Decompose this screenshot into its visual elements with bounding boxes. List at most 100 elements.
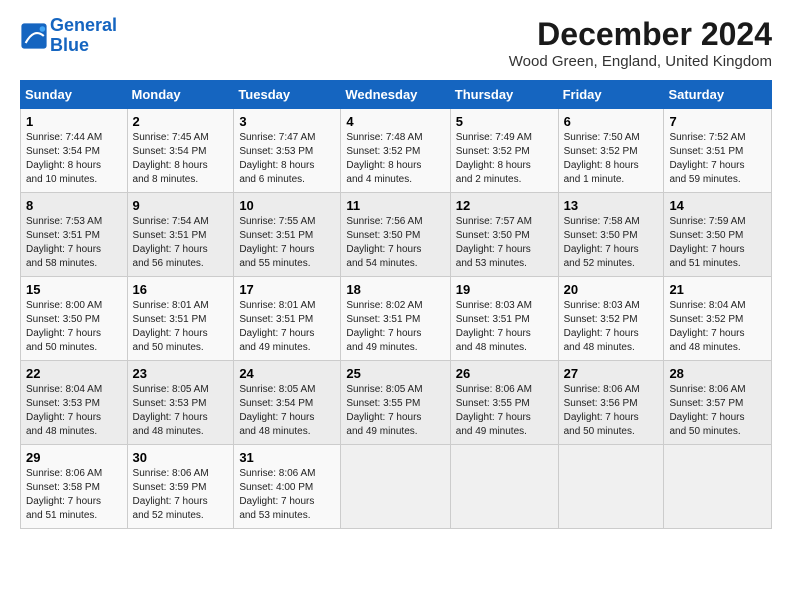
- header-tuesday: Tuesday: [234, 81, 341, 109]
- calendar-cell: 23 Sunrise: 8:05 AM Sunset: 3:53 PM Dayli…: [127, 361, 234, 445]
- day-number: 26: [456, 366, 553, 381]
- day-info: Sunrise: 7:47 AM Sunset: 3:53 PM Dayligh…: [239, 131, 335, 187]
- calendar-cell: 24 Sunrise: 8:05 AM Sunset: 3:54 PM Dayli…: [234, 361, 341, 445]
- calendar-cell: 17Sunrise: 8:01 AM Sunset: 3:51 PM Dayli…: [234, 277, 341, 361]
- day-info: Sunrise: 8:05 AM Sunset: 3:55 PM Dayligh…: [346, 383, 444, 439]
- calendar-cell: 5Sunrise: 7:49 AM Sunset: 3:52 PM Daylig…: [450, 109, 558, 193]
- calendar-cell: [450, 445, 558, 529]
- calendar-cell: 1Sunrise: 7:44 AM Sunset: 3:54 PM Daylig…: [21, 109, 128, 193]
- day-number: 27: [564, 366, 659, 381]
- day-number: 1: [26, 114, 122, 129]
- calendar-cell: 16 Sunrise: 8:01 AM Sunset: 3:51 PM Dayli…: [127, 277, 234, 361]
- calendar-cell: 14 Sunrise: 7:59 AM Sunset: 3:50 PM Dayli…: [664, 193, 772, 277]
- calendar-cell: 28Sunrise: 8:06 AM Sunset: 3:57 PM Dayli…: [664, 361, 772, 445]
- calendar-cell: [341, 445, 450, 529]
- calendar-cell: 6 Sunrise: 7:50 AM Sunset: 3:52 PM Daylig…: [558, 109, 664, 193]
- day-number: 11: [346, 198, 444, 213]
- day-number: 4: [346, 114, 444, 129]
- month-title: December 2024: [509, 16, 772, 53]
- calendar-cell: 19Sunrise: 8:03 AM Sunset: 3:51 PM Dayli…: [450, 277, 558, 361]
- day-number: 3: [239, 114, 335, 129]
- calendar-cell: 3 Sunrise: 7:47 AM Sunset: 3:53 PM Daylig…: [234, 109, 341, 193]
- day-number: 25: [346, 366, 444, 381]
- day-number: 24: [239, 366, 335, 381]
- day-info: Sunrise: 7:49 AM Sunset: 3:52 PM Dayligh…: [456, 131, 553, 187]
- calendar-cell: 13 Sunrise: 7:58 AM Sunset: 3:50 PM Dayli…: [558, 193, 664, 277]
- day-info: Sunrise: 7:59 AM Sunset: 3:50 PM Dayligh…: [669, 215, 766, 271]
- day-number: 31: [239, 450, 335, 465]
- calendar-cell: 4Sunrise: 7:48 AM Sunset: 3:52 PM Daylig…: [341, 109, 450, 193]
- calendar-cell: 12Sunrise: 7:57 AM Sunset: 3:50 PM Dayli…: [450, 193, 558, 277]
- day-info: Sunrise: 7:55 AM Sunset: 3:51 PM Dayligh…: [239, 215, 335, 271]
- day-number: 14: [669, 198, 766, 213]
- calendar-week-1: 1Sunrise: 7:44 AM Sunset: 3:54 PM Daylig…: [21, 109, 772, 193]
- day-number: 13: [564, 198, 659, 213]
- day-number: 20: [564, 282, 659, 297]
- day-number: 23: [133, 366, 229, 381]
- header-thursday: Thursday: [450, 81, 558, 109]
- calendar-cell: 8 Sunrise: 7:53 AM Sunset: 3:51 PM Daylig…: [21, 193, 128, 277]
- day-info: Sunrise: 7:52 AM Sunset: 3:51 PM Dayligh…: [669, 131, 766, 187]
- calendar-cell: [558, 445, 664, 529]
- day-info: Sunrise: 8:00 AM Sunset: 3:50 PM Dayligh…: [26, 299, 122, 355]
- day-number: 30: [133, 450, 229, 465]
- day-info: Sunrise: 8:06 AM Sunset: 3:55 PM Dayligh…: [456, 383, 553, 439]
- calendar-cell: 31 Sunrise: 8:06 AM Sunset: 4:00 PM Dayli…: [234, 445, 341, 529]
- day-info: Sunrise: 8:06 AM Sunset: 3:56 PM Dayligh…: [564, 383, 659, 439]
- day-info: Sunrise: 7:45 AM Sunset: 3:54 PM Dayligh…: [133, 131, 229, 187]
- day-number: 28: [669, 366, 766, 381]
- calendar-cell: 9 Sunrise: 7:54 AM Sunset: 3:51 PM Daylig…: [127, 193, 234, 277]
- calendar-week-5: 29Sunrise: 8:06 AM Sunset: 3:58 PM Dayli…: [21, 445, 772, 529]
- day-info: Sunrise: 8:04 AM Sunset: 3:52 PM Dayligh…: [669, 299, 766, 355]
- calendar-cell: 10 Sunrise: 7:55 AM Sunset: 3:51 PM Dayli…: [234, 193, 341, 277]
- day-number: 10: [239, 198, 335, 213]
- calendar-cell: 11 Sunrise: 7:56 AM Sunset: 3:50 PM Dayli…: [341, 193, 450, 277]
- day-info: Sunrise: 8:01 AM Sunset: 3:51 PM Dayligh…: [133, 299, 229, 355]
- calendar-table: SundayMondayTuesdayWednesdayThursdayFrid…: [20, 80, 772, 529]
- calendar-cell: 27 Sunrise: 8:06 AM Sunset: 3:56 PM Dayli…: [558, 361, 664, 445]
- header-wednesday: Wednesday: [341, 81, 450, 109]
- day-number: 18: [346, 282, 444, 297]
- day-info: Sunrise: 8:04 AM Sunset: 3:53 PM Dayligh…: [26, 383, 122, 439]
- calendar-cell: 7 Sunrise: 7:52 AM Sunset: 3:51 PM Daylig…: [664, 109, 772, 193]
- day-info: Sunrise: 8:05 AM Sunset: 3:53 PM Dayligh…: [133, 383, 229, 439]
- day-info: Sunrise: 7:53 AM Sunset: 3:51 PM Dayligh…: [26, 215, 122, 271]
- calendar-cell: 25 Sunrise: 8:05 AM Sunset: 3:55 PM Dayli…: [341, 361, 450, 445]
- day-number: 2: [133, 114, 229, 129]
- day-info: Sunrise: 8:05 AM Sunset: 3:54 PM Dayligh…: [239, 383, 335, 439]
- day-info: Sunrise: 7:57 AM Sunset: 3:50 PM Dayligh…: [456, 215, 553, 271]
- day-number: 16: [133, 282, 229, 297]
- calendar-cell: 18 Sunrise: 8:02 AM Sunset: 3:51 PM Dayli…: [341, 277, 450, 361]
- title-area: December 2024 Wood Green, England, Unite…: [509, 16, 772, 70]
- day-info: Sunrise: 8:03 AM Sunset: 3:52 PM Dayligh…: [564, 299, 659, 355]
- day-info: Sunrise: 8:06 AM Sunset: 4:00 PM Dayligh…: [239, 467, 335, 523]
- day-info: Sunrise: 7:54 AM Sunset: 3:51 PM Dayligh…: [133, 215, 229, 271]
- day-number: 19: [456, 282, 553, 297]
- day-number: 6: [564, 114, 659, 129]
- header-monday: Monday: [127, 81, 234, 109]
- page-header: General Blue December 2024 Wood Green, E…: [20, 16, 772, 70]
- calendar-cell: 29Sunrise: 8:06 AM Sunset: 3:58 PM Dayli…: [21, 445, 128, 529]
- calendar-cell: 26 Sunrise: 8:06 AM Sunset: 3:55 PM Dayli…: [450, 361, 558, 445]
- logo-icon: [20, 22, 48, 50]
- header-friday: Friday: [558, 81, 664, 109]
- calendar-cell: 20 Sunrise: 8:03 AM Sunset: 3:52 PM Dayli…: [558, 277, 664, 361]
- day-number: 9: [133, 198, 229, 213]
- day-info: Sunrise: 7:56 AM Sunset: 3:50 PM Dayligh…: [346, 215, 444, 271]
- calendar-week-2: 8 Sunrise: 7:53 AM Sunset: 3:51 PM Daylig…: [21, 193, 772, 277]
- day-info: Sunrise: 8:02 AM Sunset: 3:51 PM Dayligh…: [346, 299, 444, 355]
- day-info: Sunrise: 7:50 AM Sunset: 3:52 PM Dayligh…: [564, 131, 659, 187]
- header-sunday: Sunday: [21, 81, 128, 109]
- day-number: 8: [26, 198, 122, 213]
- day-number: 21: [669, 282, 766, 297]
- calendar-week-4: 22 Sunrise: 8:04 AM Sunset: 3:53 PM Dayli…: [21, 361, 772, 445]
- calendar-cell: 30Sunrise: 8:06 AM Sunset: 3:59 PM Dayli…: [127, 445, 234, 529]
- calendar-header-row: SundayMondayTuesdayWednesdayThursdayFrid…: [21, 81, 772, 109]
- location: Wood Green, England, United Kingdom: [509, 53, 772, 70]
- calendar-cell: 2 Sunrise: 7:45 AM Sunset: 3:54 PM Daylig…: [127, 109, 234, 193]
- day-number: 7: [669, 114, 766, 129]
- day-info: Sunrise: 7:58 AM Sunset: 3:50 PM Dayligh…: [564, 215, 659, 271]
- calendar-week-3: 15Sunrise: 8:00 AM Sunset: 3:50 PM Dayli…: [21, 277, 772, 361]
- day-info: Sunrise: 8:06 AM Sunset: 3:58 PM Dayligh…: [26, 467, 122, 523]
- day-number: 22: [26, 366, 122, 381]
